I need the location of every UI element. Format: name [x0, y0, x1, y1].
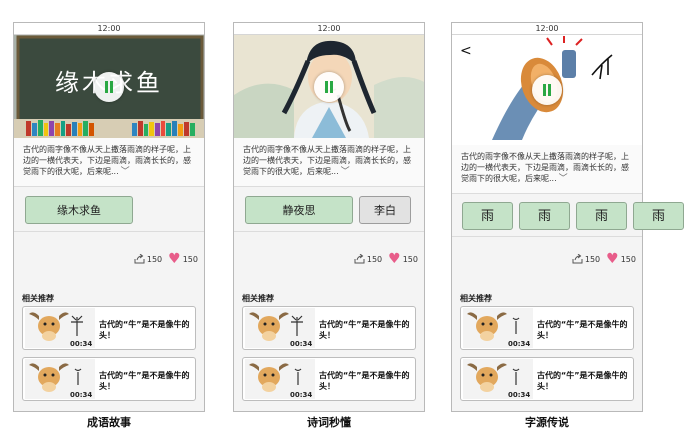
- options-row: 雨 雨 雨 雨: [452, 194, 684, 237]
- related-card[interactable]: 00:34 古代的“牛”是不是像牛的头！: [22, 357, 196, 401]
- screen-caption: 字源传说: [525, 416, 569, 429]
- like-button[interactable]: ♥ 150: [388, 251, 418, 267]
- options-row: 静夜思 李白: [234, 187, 424, 232]
- screen-poem: 12:00 古代的雨字像不像从天上撒落雨滴的样子呢，上边的一横代表天，下边是雨滴…: [233, 22, 425, 412]
- status-bar-time: 12:00: [452, 23, 642, 35]
- video-duration: 00:34: [290, 340, 313, 348]
- related-card[interactable]: 00:34 古代的“牛”是不是像牛的头！: [460, 306, 634, 350]
- description-text: 古代的雨字像不像从天上撒落雨滴的样子呢，上边的一横代表天，下边是雨滴，雨滴长长的…: [14, 138, 204, 187]
- action-bar: 150 ♥ 150: [572, 251, 636, 267]
- related-card-title: 古代的“牛”是不是像牛的头！: [99, 320, 190, 340]
- heart-icon: ♥: [606, 251, 619, 267]
- related-card[interactable]: 00:34 古代的“牛”是不是像牛的头！: [22, 306, 196, 350]
- like-button[interactable]: ♥ 150: [168, 251, 198, 267]
- option-button[interactable]: 雨: [633, 202, 684, 230]
- chevron-down-icon[interactable]: ﹀: [559, 174, 568, 184]
- chevron-down-icon[interactable]: ﹀: [121, 167, 130, 177]
- pause-button[interactable]: [314, 71, 344, 102]
- video-duration: 00:34: [508, 391, 531, 399]
- share-count: 150: [366, 254, 383, 264]
- related-title: 相关推荐: [242, 294, 274, 303]
- related-card-title: 古代的“牛”是不是像牛的头！: [99, 371, 190, 391]
- share-icon: [354, 254, 365, 264]
- screen-character-origin: 12:00 < 古代的雨字像不像从天上撒落雨滴的样子呢，上边的一横代表天，下边是…: [451, 22, 684, 412]
- like-count: 150: [182, 254, 198, 264]
- share-icon: [134, 254, 145, 264]
- related-card-title: 古代的“牛”是不是像牛的头！: [537, 320, 628, 340]
- related-card-title: 古代的“牛”是不是像牛的头！: [537, 371, 628, 391]
- video-duration: 00:34: [70, 340, 93, 348]
- pause-icon: [105, 80, 108, 93]
- option-button[interactable]: 李白: [359, 196, 411, 224]
- screen-caption: 诗词秒懂: [307, 416, 351, 429]
- pause-button[interactable]: [94, 71, 124, 102]
- action-bar: 150 ♥ 150: [354, 251, 418, 267]
- heart-icon: ♥: [388, 251, 401, 267]
- like-count: 150: [620, 254, 636, 264]
- share-button[interactable]: 150: [572, 254, 600, 264]
- option-button[interactable]: 雨: [519, 202, 570, 230]
- description-text: 古代的雨字像不像从天上撒落雨滴的样子呢，上边的一横代表天，下边是雨滴，雨滴长长的…: [452, 145, 642, 194]
- video-player[interactable]: <: [452, 35, 642, 145]
- related-card-title: 古代的“牛”是不是像牛的头！: [319, 371, 410, 391]
- video-duration: 00:34: [508, 340, 531, 348]
- option-button[interactable]: 雨: [576, 202, 627, 230]
- pause-icon: [543, 84, 546, 96]
- related-card[interactable]: 00:34 古代的“牛”是不是像牛的头！: [242, 357, 416, 401]
- option-button[interactable]: 静夜思: [245, 196, 353, 224]
- video-player[interactable]: [234, 35, 424, 138]
- like-button[interactable]: ♥ 150: [606, 251, 636, 267]
- options-row: 缘木求鱼: [14, 187, 204, 232]
- chevron-down-icon[interactable]: ﹀: [341, 167, 350, 177]
- share-count: 150: [146, 254, 163, 264]
- share-button[interactable]: 150: [354, 254, 382, 264]
- share-icon: [572, 254, 583, 264]
- video-player[interactable]: 缘木求鱼: [14, 35, 204, 138]
- option-button[interactable]: 缘木求鱼: [25, 196, 133, 224]
- screen-idiom-story: 12:00 古代的雨字像不像从天上撒落雨滴的样子呢，上边的一横代表天，下边是雨滴…: [13, 22, 205, 412]
- pause-button[interactable]: [532, 75, 562, 105]
- share-count: 150: [584, 254, 601, 264]
- related-title: 相关推荐: [460, 294, 492, 303]
- related-card[interactable]: 00:34 古代的“牛”是不是像牛的头！: [242, 306, 416, 350]
- heart-icon: ♥: [168, 251, 181, 267]
- description-text: 古代的雨字像不像从天上撒落雨滴的样子呢，上边的一横代表天，下边是雨滴，雨滴长长的…: [234, 138, 424, 187]
- screen-caption: 成语故事: [87, 416, 131, 429]
- option-button[interactable]: 雨: [462, 202, 513, 230]
- action-bar: 150 ♥ 150: [134, 251, 198, 267]
- related-card-title: 古代的“牛”是不是像牛的头！: [319, 320, 410, 340]
- share-button[interactable]: 150: [134, 254, 162, 264]
- video-duration: 00:34: [70, 391, 93, 399]
- back-arrow-icon[interactable]: <: [460, 43, 472, 59]
- related-title: 相关推荐: [22, 294, 54, 303]
- video-duration: 00:34: [290, 391, 313, 399]
- status-bar-time: 12:00: [14, 23, 204, 35]
- related-card[interactable]: 00:34 古代的“牛”是不是像牛的头！: [460, 357, 634, 401]
- like-count: 150: [402, 254, 418, 264]
- pause-icon: [325, 80, 328, 93]
- status-bar-time: 12:00: [234, 23, 424, 35]
